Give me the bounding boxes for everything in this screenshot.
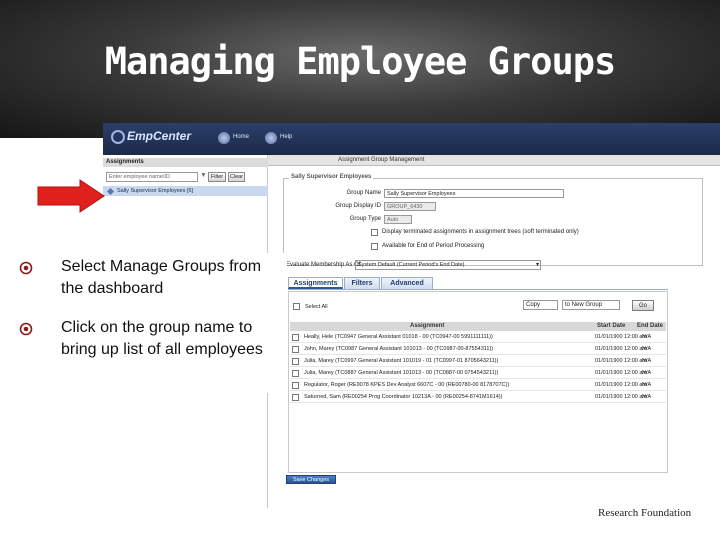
table-row[interactable]: Regulator, Roger (RE9078 KPES Dev Analys… — [290, 380, 666, 391]
page-header: Assignment Group Management — [338, 157, 425, 163]
row-assignment: Julia, Marey (TC0887 General Assistant 1… — [304, 370, 499, 376]
bullet-icon — [19, 322, 33, 336]
row-checkbox[interactable] — [292, 334, 299, 341]
table-row[interactable]: Julia, Marey (TC0997 General Assistant 1… — [290, 356, 666, 367]
row-end: N/A — [642, 394, 652, 400]
group-type-select[interactable]: Auto — [384, 215, 412, 224]
home-icon[interactable] — [218, 132, 230, 144]
group-details-legend: Sally Supervisor Employees — [289, 174, 374, 180]
end-of-period-checkbox[interactable] — [371, 243, 378, 250]
row-assignment: Heally, Hele (TC0947 General Assistant 0… — [304, 334, 493, 340]
display-terminated-label: Display terminated assignments in assign… — [382, 229, 579, 235]
col-end-date[interactable]: End Date — [637, 322, 663, 331]
nav-home[interactable]: Home — [233, 134, 249, 140]
row-checkbox[interactable] — [292, 370, 299, 377]
row-end: N/A — [642, 370, 652, 376]
tab-assignments[interactable]: Assignments — [288, 277, 343, 289]
row-assignment: Julia, Marey (TC0997 General Assistant 1… — [304, 358, 499, 364]
end-of-period-label: Available for End of Period Processing — [382, 243, 485, 249]
slide-title: Managing Employee Groups — [104, 40, 617, 83]
row-start: 01/01/1900 12:00 am — [595, 346, 647, 352]
tree-node-icon — [106, 187, 115, 196]
row-start: 01/01/1900 12:00 am — [595, 382, 647, 388]
table-row[interactable]: John, Marey (TC0987 General Assistant 10… — [290, 344, 666, 355]
col-start-date[interactable]: Start Date — [597, 322, 625, 331]
row-end: N/A — [642, 358, 652, 364]
research-foundation-logo: Research Foundation — [598, 507, 692, 519]
tab-advanced[interactable]: Advanced — [381, 277, 433, 289]
table-row[interactable]: Julia, Marey (TC0887 General Assistant 1… — [290, 368, 666, 379]
evaluate-membership-value: System Default (Current Period's End Dat… — [358, 262, 465, 268]
tab-divider — [288, 289, 668, 290]
slide-header: Managing Employee Groups — [0, 0, 720, 138]
go-button[interactable]: Go — [632, 300, 654, 311]
grid-column-header: Assignment Start Date End Date — [290, 322, 666, 331]
chevron-down-icon: ▾ — [535, 262, 539, 268]
clear-button[interactable]: Clear — [228, 172, 245, 182]
group-name-label: Group Name — [346, 190, 381, 196]
row-assignment: John, Marey (TC0987 General Assistant 10… — [304, 346, 494, 352]
group-display-id-field: GROUP_6430 — [384, 202, 436, 211]
row-start: 01/01/1900 12:00 am — [595, 370, 647, 376]
filter-button[interactable]: Filter — [208, 172, 226, 182]
row-checkbox[interactable] — [292, 346, 299, 353]
app-topbar: EmpCenter Home Help — [103, 123, 720, 155]
display-terminated-checkbox[interactable] — [371, 229, 378, 236]
row-end: N/A — [642, 382, 652, 388]
table-row[interactable]: Saturned, Sam (RE00254 Prog Coordinator … — [290, 392, 666, 403]
group-display-id-label: Group Display ID — [335, 203, 381, 209]
group-tree-label: Sally Supervisor Employees [6] — [117, 188, 194, 194]
row-end: N/A — [642, 334, 652, 340]
page-header-bar: Assignment Group Management — [268, 155, 720, 166]
copy-action-select[interactable]: Copy — [523, 300, 558, 310]
row-checkbox[interactable] — [292, 382, 299, 389]
select-all-label: Select All — [305, 304, 328, 310]
select-all-checkbox[interactable] — [293, 303, 300, 310]
evaluate-membership-label: Evaluate Membership As Of — [286, 262, 361, 268]
row-start: 01/01/1900 12:00 am — [595, 334, 647, 340]
row-assignment: Regulator, Roger (RE9078 KPES Dev Analys… — [304, 382, 510, 388]
bullet-text-2: Click on the group name to bring up list… — [61, 319, 263, 358]
evaluate-membership-select[interactable]: System Default (Current Period's End Dat… — [355, 260, 541, 270]
tab-filters[interactable]: Filters — [344, 277, 380, 289]
logo-swirl-icon — [111, 129, 125, 144]
col-assignment[interactable]: Assignment — [410, 322, 444, 331]
red-arrow-icon — [37, 179, 105, 213]
save-changes-button[interactable]: Save Changes — [286, 475, 336, 484]
row-start: 01/01/1900 12:00 am — [595, 358, 647, 364]
app-logo: EmpCenter — [111, 129, 201, 149]
row-start: 01/01/1900 12:00 am — [595, 394, 647, 400]
nav-help[interactable]: Help — [280, 134, 292, 140]
filter-icon[interactable]: ▼ — [200, 172, 208, 182]
group-tree-item[interactable]: Sally Supervisor Employees [6] — [103, 186, 268, 196]
target-group-select[interactable]: to New Group — [562, 300, 620, 310]
bullet-icon — [19, 261, 33, 275]
employee-search-input[interactable]: Enter employee name/ID — [106, 172, 198, 182]
group-type-label: Group Type — [349, 216, 381, 222]
assignments-header: Assignments — [103, 158, 268, 167]
group-name-field[interactable]: Sally Supervisor Employees — [384, 189, 564, 198]
help-icon[interactable] — [265, 132, 277, 144]
app-brand: EmpCenter — [127, 129, 192, 143]
table-row[interactable]: Heally, Hele (TC0947 General Assistant 0… — [290, 332, 666, 343]
row-checkbox[interactable] — [292, 358, 299, 365]
row-checkbox[interactable] — [292, 394, 299, 401]
bullet-text-1: Select Manage Groups from the dashboard — [61, 258, 262, 297]
row-assignment: Saturned, Sam (RE00254 Prog Coordinator … — [304, 394, 503, 400]
row-end: N/A — [642, 346, 652, 352]
